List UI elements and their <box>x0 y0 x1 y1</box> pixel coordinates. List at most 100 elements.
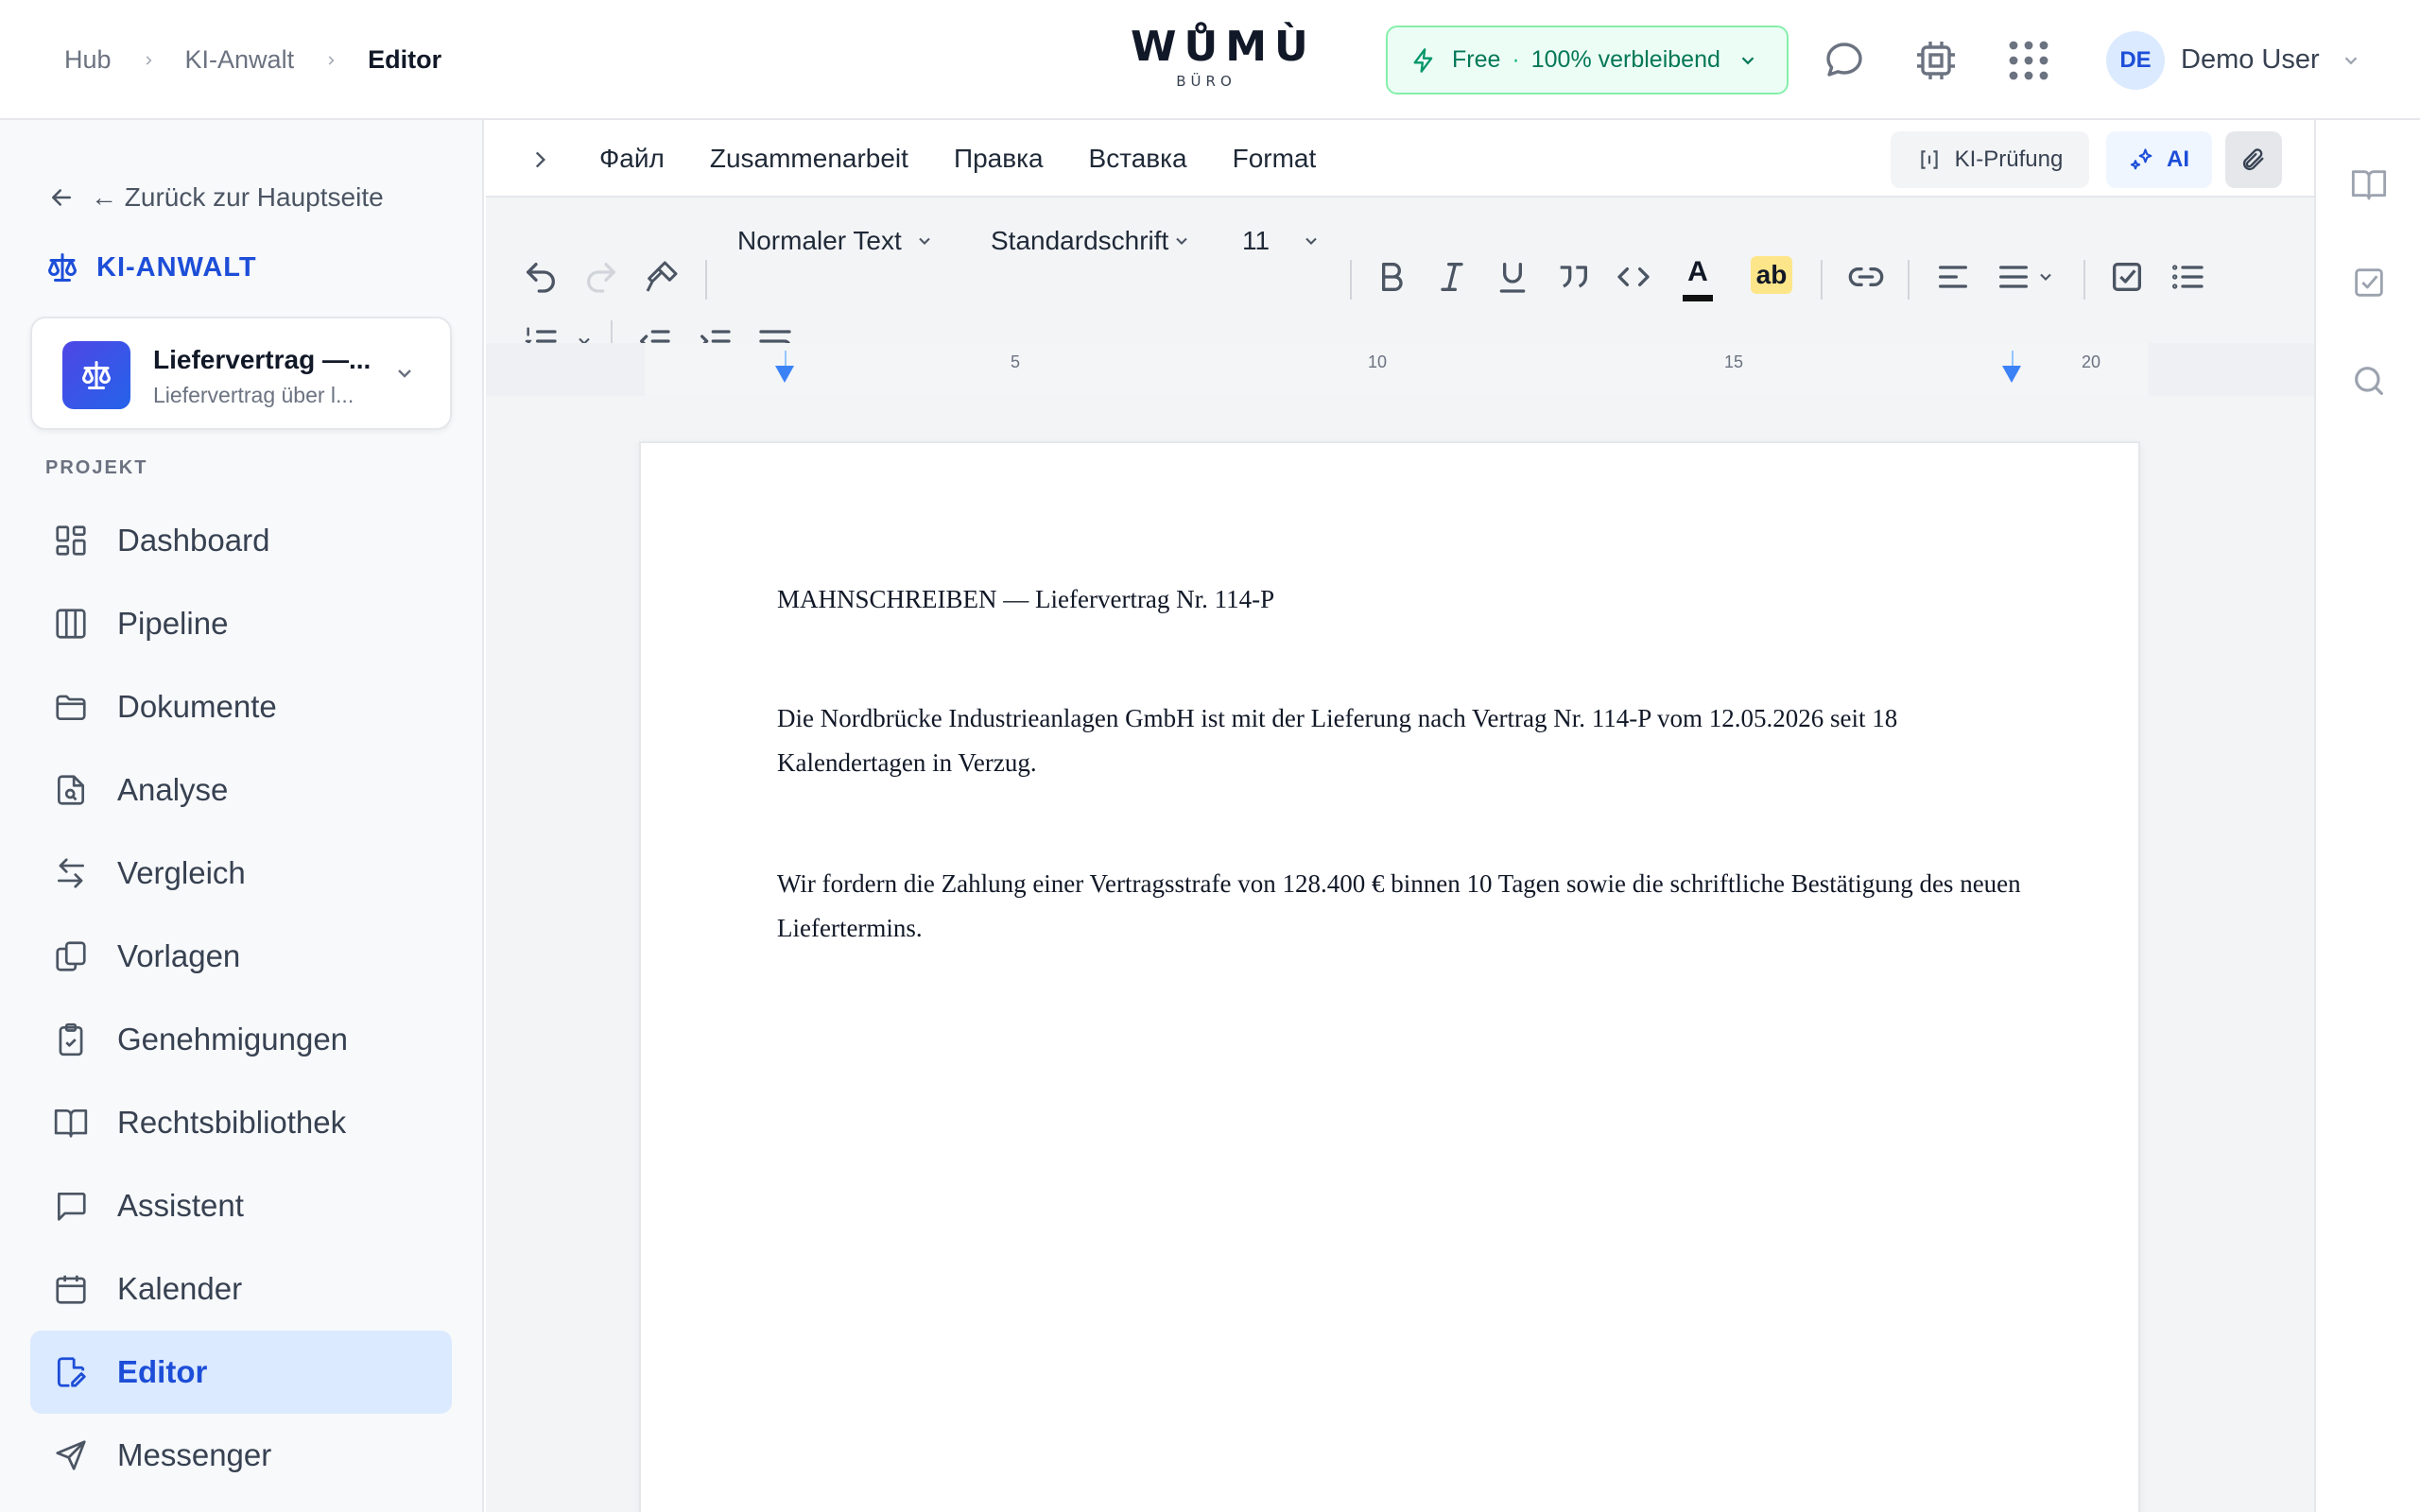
back-label: ← Zurück zur Hauptseite <box>91 182 384 212</box>
clipboard-check-icon <box>59 1022 83 1057</box>
menu-format[interactable]: Format <box>1233 144 1317 174</box>
quote-icon[interactable] <box>1554 258 1592 296</box>
file-edit-icon <box>57 1357 86 1387</box>
sidebar-item-label: Vorlagen <box>117 938 241 973</box>
chevron-down-icon <box>919 237 930 245</box>
sidebar-item-label: Rechtsbibliothek <box>117 1105 347 1140</box>
columns-icon <box>56 609 86 639</box>
sidebar-item-dashboard[interactable]: Dashboard <box>30 499 452 582</box>
sidebar-item-analyse[interactable]: Analyse <box>30 748 452 832</box>
chevron-down-icon <box>1741 56 1754 64</box>
menu-insert[interactable]: Вставка <box>1089 144 1187 174</box>
plan-separator: · <box>1512 46 1520 73</box>
text-color-button[interactable]: A <box>1681 254 1715 301</box>
paragraph-style-select[interactable]: Normaler Text <box>737 222 934 260</box>
sidebar-item-rechtsbibliothek[interactable]: Rechtsbibliothek <box>30 1081 452 1164</box>
ki-check-button[interactable]: KI-Prüfung <box>1891 131 2089 188</box>
sidebar-item-genehmigungen[interactable]: Genehmigungen <box>30 998 452 1081</box>
book-icon <box>54 1108 88 1138</box>
plan-remaining: 100% verbleibend <box>1530 46 1720 73</box>
document-paragraph[interactable]: Die Nordbrücke Industrieanlagen GmbH ist… <box>777 696 2025 785</box>
sidebar-item-label: Vergleich <box>117 855 246 890</box>
text-color-sample: A <box>1687 256 1708 287</box>
message-icon <box>57 1192 86 1221</box>
plan-tier: Free <box>1452 46 1501 73</box>
bullet-list-icon[interactable] <box>2169 258 2206 296</box>
font-size-select[interactable]: 11 <box>1242 222 1321 260</box>
line-spacing-icon[interactable] <box>1995 258 2032 296</box>
checklist-icon[interactable] <box>2108 258 2146 296</box>
right-rail <box>2314 120 2420 1512</box>
document-paragraph[interactable]: Wir fordern die Zahlung einer Vertragsst… <box>777 862 2025 951</box>
scan-icon <box>1920 150 1938 169</box>
chevron-down-icon[interactable] <box>2036 267 2055 286</box>
sidebar-item-vorlagen[interactable]: Vorlagen <box>30 915 452 998</box>
brand-label: KI-ANWALT <box>96 251 257 283</box>
redo-icon[interactable] <box>582 258 620 296</box>
project-avatar <box>62 341 130 409</box>
plan-badge[interactable]: Free · 100% verbleibend <box>1386 26 1789 94</box>
user-menu[interactable]: Demo User <box>2181 0 2361 120</box>
project-selector[interactable]: Liefervertrag —... Liefervertrag über l.… <box>30 317 452 430</box>
scale-icon <box>48 253 77 282</box>
chevron-right-icon[interactable] <box>527 147 552 172</box>
sidebar-item-dokumente[interactable]: Dokumente <box>30 665 452 748</box>
attachment-button[interactable] <box>2225 131 2282 188</box>
breadcrumb-current: Editor <box>368 45 442 74</box>
back-to-home-link[interactable]: ← Zurück zur Hauptseite <box>47 182 384 213</box>
chevron-down-icon <box>398 369 411 378</box>
underline-icon[interactable] <box>1494 258 1531 296</box>
toolbar-divider <box>1350 260 1352 300</box>
left-margin-marker[interactable] <box>775 366 794 383</box>
sidebar-item-label: Dashboard <box>117 523 270 558</box>
sidebar-item-editor[interactable]: Editor <box>30 1331 452 1414</box>
logo-sub: BÜRO <box>1176 73 1236 90</box>
highlight-color-button[interactable]: ab <box>1751 256 1792 294</box>
chevron-down-icon <box>1176 237 1188 245</box>
undo-icon[interactable] <box>522 258 560 296</box>
sidebar-item-assistent[interactable]: Assistent <box>30 1164 452 1247</box>
top-bar: Hub KI-Anwalt Editor WŮMÙ BÜRO Free · 10… <box>0 0 2420 120</box>
font-select[interactable]: Standardschrift <box>991 222 1191 260</box>
sidebar-item-pipeline[interactable]: Pipeline <box>30 582 452 665</box>
app-logo[interactable]: WŮMÙ BÜRO <box>1131 23 1308 91</box>
chat-icon[interactable] <box>1822 38 1867 83</box>
ruler-track <box>645 343 2148 396</box>
scale-icon <box>82 361 111 389</box>
menu-file[interactable]: Файл <box>599 144 665 174</box>
document-title[interactable]: MAHNSCHREIBEN — Liefervertrag Nr. 114-P <box>777 577 2025 622</box>
search-icon[interactable] <box>2350 362 2388 400</box>
font-size-value: 11 <box>1242 226 1270 255</box>
code-icon[interactable] <box>1615 258 1652 296</box>
link-icon[interactable] <box>1847 258 1885 296</box>
menu-collaboration[interactable]: Zusammenarbeit <box>710 144 908 174</box>
format-painter-icon[interactable] <box>643 258 681 296</box>
sidebar-item-kalender[interactable]: Kalender <box>30 1247 452 1331</box>
ai-button[interactable]: AI <box>2106 131 2212 188</box>
italic-icon[interactable] <box>1433 258 1471 296</box>
sidebar-item-label: Pipeline <box>117 606 229 641</box>
breadcrumb: Hub KI-Anwalt Editor <box>64 0 441 120</box>
cpu-icon[interactable] <box>1913 38 1959 83</box>
chevron-right-icon <box>146 55 151 65</box>
menu-edit[interactable]: Правка <box>954 144 1044 174</box>
section-label-projekt: PROJEKT <box>45 457 148 478</box>
breadcrumb-ki-anwalt[interactable]: KI-Anwalt <box>185 45 295 75</box>
bold-icon[interactable] <box>1373 258 1410 296</box>
sidebar-item-label: Dokumente <box>117 689 277 724</box>
book-open-icon[interactable] <box>2350 165 2388 203</box>
right-margin-marker[interactable] <box>2002 366 2021 383</box>
paperclip-icon <box>2242 148 2264 171</box>
ruler-label: 20 <box>2082 352 2101 371</box>
apps-grid-icon[interactable] <box>2006 38 2051 83</box>
sidebar-nav: Dashboard Pipeline Dokumente Analyse Ver… <box>30 499 452 1497</box>
sidebar-brand: KI-ANWALT <box>45 250 257 284</box>
sidebar-item-label: Editor <box>117 1354 208 1389</box>
align-left-icon[interactable] <box>1934 258 1972 296</box>
checkbox-icon[interactable] <box>2350 264 2388 301</box>
breadcrumb-hub[interactable]: Hub <box>64 45 112 75</box>
sidebar-item-vergleich[interactable]: Vergleich <box>30 832 452 915</box>
sidebar-item-messenger[interactable]: Messenger <box>30 1414 452 1497</box>
avatar[interactable]: DE <box>2106 31 2165 90</box>
document-page[interactable]: MAHNSCHREIBEN — Liefervertrag Nr. 114-P … <box>639 441 2140 1512</box>
